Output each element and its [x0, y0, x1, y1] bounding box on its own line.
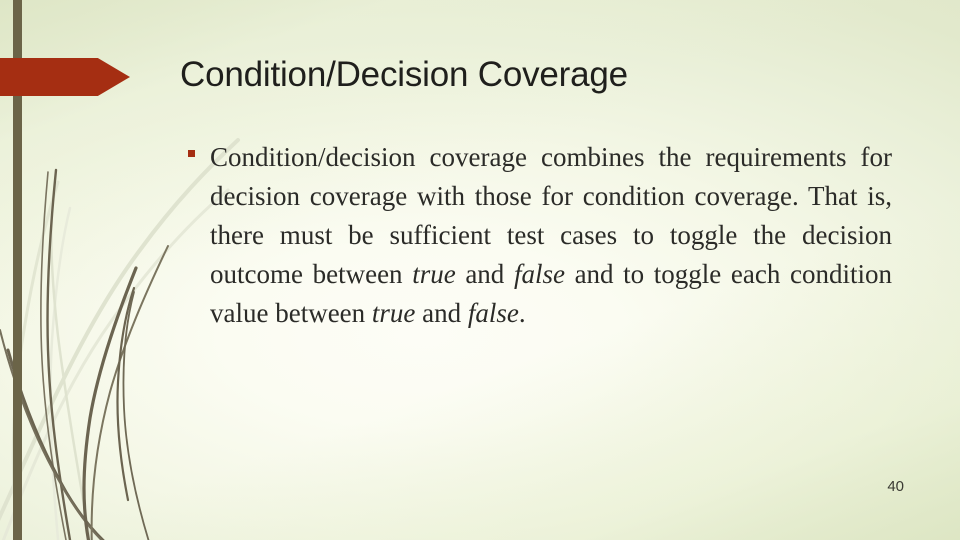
list-item: Condition/decision coverage combines the…	[186, 138, 892, 333]
page-title: Condition/Decision Coverage	[180, 55, 628, 94]
bullet-paragraph: Condition/decision coverage combines the…	[210, 138, 892, 333]
body-content: Condition/decision coverage combines the…	[186, 138, 892, 333]
body-run-6: and	[415, 298, 468, 328]
body-run-8: .	[518, 298, 526, 328]
square-bullet-icon	[188, 150, 195, 157]
body-run-2: and	[455, 259, 514, 289]
body-run-true-1: true	[412, 259, 456, 289]
page-number: 40	[887, 478, 904, 495]
slide-canvas: Condition/Decision Coverage Condition/de…	[0, 0, 960, 540]
body-run-false-1: false	[513, 259, 565, 289]
body-run-false-2: false	[467, 298, 519, 328]
body-run-true-2: true	[371, 298, 416, 328]
